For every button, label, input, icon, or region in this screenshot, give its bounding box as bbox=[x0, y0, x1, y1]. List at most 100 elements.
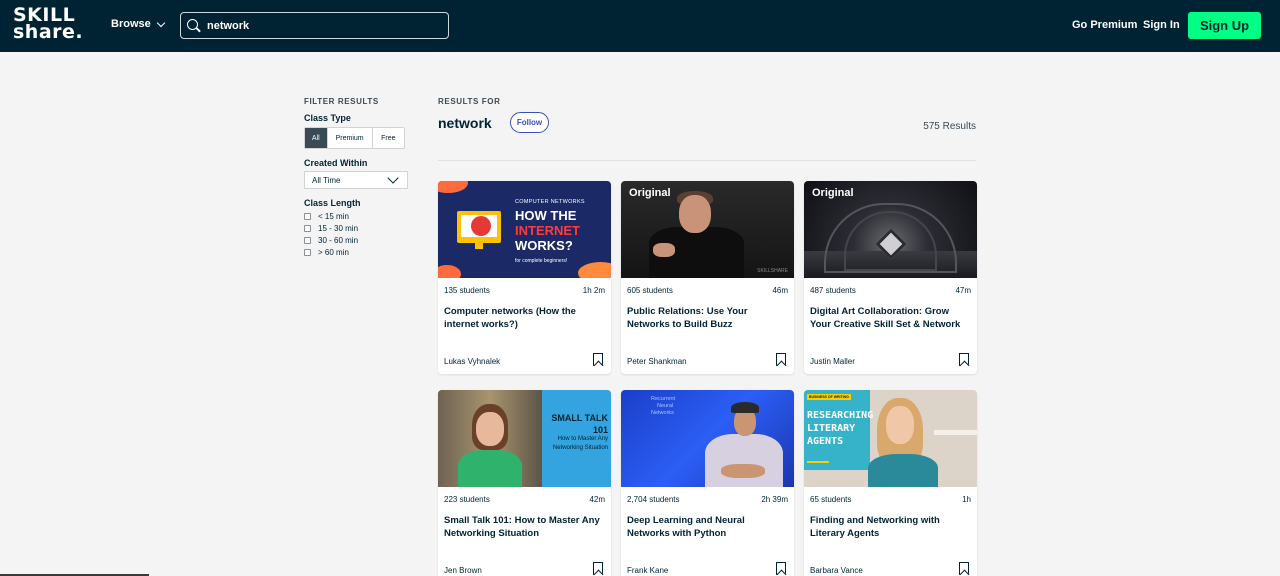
sign-up-button[interactable]: Sign Up bbox=[1188, 12, 1261, 39]
thumb-line: HOW THE bbox=[515, 208, 577, 223]
duration: 1h 2m bbox=[582, 286, 605, 295]
results-count: 575 Results bbox=[923, 121, 976, 132]
browse-label: Browse bbox=[111, 18, 151, 30]
divider bbox=[438, 160, 976, 161]
class-type-all-button[interactable]: All bbox=[305, 128, 328, 148]
thumb-headline: RESEARCHING LITERARY AGENTS bbox=[807, 409, 873, 448]
bookmark-icon[interactable] bbox=[959, 353, 969, 366]
class-thumbnail[interactable]: COMPUTER NETWORKS HOW THE INTERNET WORKS… bbox=[438, 181, 611, 278]
class-title[interactable]: Digital Art Collaboration: Grow Your Cre… bbox=[810, 305, 970, 331]
checkbox-icon[interactable] bbox=[304, 236, 311, 244]
created-within-label: Created Within bbox=[304, 158, 368, 168]
watermark: SKILLSHARE bbox=[757, 268, 788, 274]
thumb-line: SMALL TALK bbox=[551, 413, 608, 423]
created-within-value: All Time bbox=[312, 175, 341, 185]
class-type-free-button[interactable]: Free bbox=[373, 128, 404, 148]
bookmark-icon[interactable] bbox=[776, 562, 786, 575]
duration: 46m bbox=[772, 286, 788, 295]
duration: 42m bbox=[589, 495, 605, 504]
globe-icon bbox=[471, 216, 491, 236]
browse-menu-button[interactable]: Browse bbox=[111, 18, 165, 30]
class-length-option[interactable]: > 60 min bbox=[304, 246, 414, 258]
thumb-line: WORKS? bbox=[515, 238, 573, 253]
student-count: 223 students bbox=[444, 495, 490, 504]
class-meta: 135 students 1h 2m bbox=[444, 286, 605, 295]
top-navbar: SKILL share. Browse Go Premium Sign In S… bbox=[0, 0, 1280, 52]
skillshare-logo[interactable]: SKILL share. bbox=[13, 6, 85, 43]
duration: 47m bbox=[955, 286, 971, 295]
class-length-option[interactable]: < 15 min bbox=[304, 210, 414, 222]
thumb-tag: BUSINESS OF WRITING bbox=[807, 394, 851, 400]
class-thumbnail[interactable]: BUSINESS OF WRITING RESEARCHING LITERARY… bbox=[804, 390, 977, 487]
author-name[interactable]: Barbara Vance bbox=[810, 566, 863, 575]
class-length-label: Class Length bbox=[304, 198, 361, 208]
thumb-line: Neural bbox=[657, 403, 674, 409]
class-card[interactable]: Original 487 students 47m Digital Art Co… bbox=[804, 181, 977, 374]
class-title[interactable]: Finding and Networking with Literary Age… bbox=[810, 514, 970, 540]
author-name[interactable]: Jen Brown bbox=[444, 566, 482, 575]
checkbox-icon[interactable] bbox=[304, 248, 311, 256]
option-label: 15 - 30 min bbox=[318, 223, 359, 233]
class-meta: 487 students 47m bbox=[810, 286, 971, 295]
class-card[interactable]: BUSINESS OF WRITING RESEARCHING LITERARY… bbox=[804, 390, 977, 576]
class-length-options: < 15 min 15 - 30 min 30 - 60 min > 60 mi… bbox=[304, 210, 414, 258]
class-meta: 223 students 42m bbox=[444, 495, 605, 504]
student-count: 2,704 students bbox=[627, 495, 680, 504]
author-name[interactable]: Justin Maller bbox=[810, 357, 855, 366]
sign-in-link[interactable]: Sign In bbox=[1143, 19, 1180, 31]
go-premium-link[interactable]: Go Premium bbox=[1072, 19, 1137, 31]
thumb-kicker: COMPUTER NETWORKS bbox=[515, 199, 585, 205]
checkbox-icon[interactable] bbox=[304, 212, 311, 220]
class-title[interactable]: Computer networks (How the internet work… bbox=[444, 305, 604, 331]
class-meta: 605 students 46m bbox=[627, 286, 788, 295]
chevron-down-icon bbox=[156, 18, 165, 27]
follow-button[interactable]: Follow bbox=[510, 112, 549, 133]
class-thumbnail[interactable]: Original bbox=[804, 181, 977, 278]
option-label: 30 - 60 min bbox=[318, 235, 359, 245]
duration: 1h bbox=[962, 495, 971, 504]
search-bar[interactable] bbox=[180, 12, 449, 39]
bookmark-icon[interactable] bbox=[593, 562, 603, 575]
filter-sidebar: FILTER RESULTS Class Type All Premium Fr… bbox=[304, 97, 414, 258]
thumb-subtitle: How to Master Any Networking Situation bbox=[552, 436, 608, 451]
original-badge: Original bbox=[812, 187, 854, 199]
author-name[interactable]: Peter Shankman bbox=[627, 357, 687, 366]
thumb-line: Networks bbox=[651, 410, 674, 416]
author-name[interactable]: Lukas Vyhnalek bbox=[444, 357, 500, 366]
logo-line-2: share. bbox=[13, 21, 84, 43]
bookmark-icon[interactable] bbox=[776, 353, 786, 366]
created-within-dropdown[interactable]: All Time bbox=[304, 171, 408, 189]
monitor-icon bbox=[457, 211, 501, 243]
class-card[interactable]: COMPUTER NETWORKS HOW THE INTERNET WORKS… bbox=[438, 181, 611, 374]
class-card[interactable]: Original SKILLSHARE 605 students 46m Pub… bbox=[621, 181, 794, 374]
thumb-headline: SMALL TALK 101 bbox=[548, 412, 608, 436]
bookmark-icon[interactable] bbox=[593, 353, 603, 366]
class-thumbnail[interactable]: Recurrent Neural Networks bbox=[621, 390, 794, 487]
option-label: > 60 min bbox=[318, 247, 349, 257]
class-thumbnail[interactable]: SMALL TALK 101 How to Master Any Network… bbox=[438, 390, 611, 487]
filter-results-heading: FILTER RESULTS bbox=[304, 97, 379, 106]
thumb-headline: HOW THE INTERNET WORKS? bbox=[515, 208, 580, 253]
class-title[interactable]: Deep Learning and Neural Networks with P… bbox=[627, 514, 787, 540]
class-length-option[interactable]: 30 - 60 min bbox=[304, 234, 414, 246]
chevron-down-icon bbox=[387, 172, 399, 184]
search-icon bbox=[187, 18, 201, 33]
bookmark-icon[interactable] bbox=[959, 562, 969, 575]
class-card[interactable]: Recurrent Neural Networks 2,704 students… bbox=[621, 390, 794, 576]
student-count: 487 students bbox=[810, 286, 856, 295]
checkbox-icon[interactable] bbox=[304, 224, 311, 232]
thumb-text: Recurrent Neural Networks bbox=[651, 396, 675, 417]
class-type-segmented-control: All Premium Free bbox=[304, 127, 405, 149]
class-card[interactable]: SMALL TALK 101 How to Master Any Network… bbox=[438, 390, 611, 576]
class-thumbnail[interactable]: Original SKILLSHARE bbox=[621, 181, 794, 278]
class-type-premium-button[interactable]: Premium bbox=[328, 128, 373, 148]
student-count: 135 students bbox=[444, 286, 490, 295]
search-input[interactable] bbox=[207, 19, 437, 32]
class-title[interactable]: Public Relations: Use Your Networks to B… bbox=[627, 305, 787, 331]
class-title[interactable]: Small Talk 101: How to Master Any Networ… bbox=[444, 514, 604, 540]
class-length-option[interactable]: 15 - 30 min bbox=[304, 222, 414, 234]
author-name[interactable]: Frank Kane bbox=[627, 566, 668, 575]
class-type-label: Class Type bbox=[304, 113, 351, 123]
option-label: < 15 min bbox=[318, 211, 349, 221]
thumb-line: RESEARCHING bbox=[807, 410, 874, 421]
